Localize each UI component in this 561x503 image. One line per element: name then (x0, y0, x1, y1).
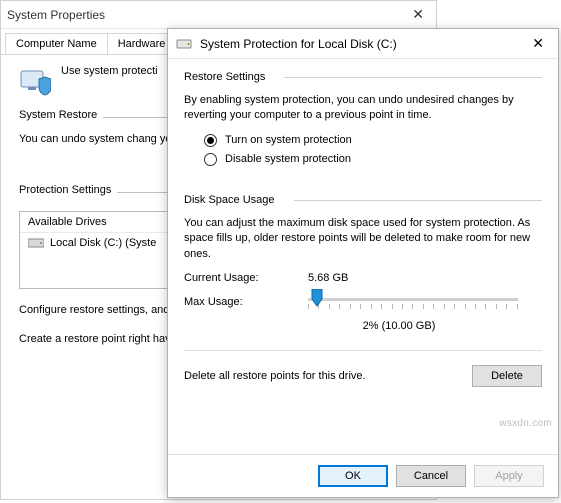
slider-thumb-icon[interactable] (310, 289, 324, 307)
delete-row: Delete all restore points for this drive… (184, 350, 542, 387)
radio-off-label: Disable system protection (225, 153, 351, 165)
delete-button[interactable]: Delete (472, 365, 542, 387)
sysprops-titlebar: System Properties ✕ (1, 1, 436, 29)
max-usage-value: 2% (10.00 GB) (294, 320, 504, 332)
protect-title: System Protection for Local Disk (C:) (200, 37, 397, 51)
max-usage-label: Max Usage: (184, 296, 284, 308)
current-usage-value: 5.68 GB (308, 272, 348, 284)
section-disk-usage: Disk Space Usage (184, 194, 542, 206)
group-legend-protect: Protection Settings (19, 184, 117, 196)
system-protection-dialog: System Protection for Local Disk (C:) ✕ … (167, 28, 559, 498)
close-icon[interactable]: ✕ (526, 35, 550, 52)
ok-button[interactable]: OK (318, 465, 388, 487)
drive-item-label: Local Disk (C:) (Syste (50, 237, 156, 249)
restore-settings-text: By enabling system protection, you can u… (184, 93, 542, 124)
radio-icon (204, 153, 217, 166)
cancel-button[interactable]: Cancel (396, 465, 466, 487)
group-legend-restore: System Restore (19, 109, 103, 121)
drive-icon (176, 36, 192, 52)
max-usage-row: Max Usage: (184, 292, 542, 312)
disk-usage-text: You can adjust the maximum disk space us… (184, 216, 542, 262)
radio-icon (204, 134, 217, 147)
dialog-footer: OK Cancel Apply (168, 454, 558, 497)
section-restore-settings: Restore Settings (184, 71, 542, 83)
radio-disable[interactable]: Disable system protection (204, 153, 542, 166)
current-usage-label: Current Usage: (184, 272, 284, 284)
current-usage-row: Current Usage: 5.68 GB (184, 272, 542, 284)
apply-button[interactable]: Apply (474, 465, 544, 487)
max-usage-slider[interactable] (308, 292, 518, 312)
tab-hardware[interactable]: Hardware (107, 33, 177, 54)
protect-content: Restore Settings By enabling system prot… (168, 59, 558, 454)
close-icon[interactable]: ✕ (406, 6, 430, 23)
drive-icon (28, 237, 44, 249)
radio-on-label: Turn on system protection (225, 134, 352, 146)
sysprops-intro: Use system protecti (61, 65, 158, 77)
sysprops-title: System Properties (7, 8, 105, 22)
shield-monitor-icon (19, 65, 51, 97)
radio-turn-on[interactable]: Turn on system protection (204, 134, 542, 147)
protect-titlebar: System Protection for Local Disk (C:) ✕ (168, 29, 558, 59)
tab-computer-name[interactable]: Computer Name (5, 33, 108, 54)
delete-text: Delete all restore points for this drive… (184, 370, 366, 382)
